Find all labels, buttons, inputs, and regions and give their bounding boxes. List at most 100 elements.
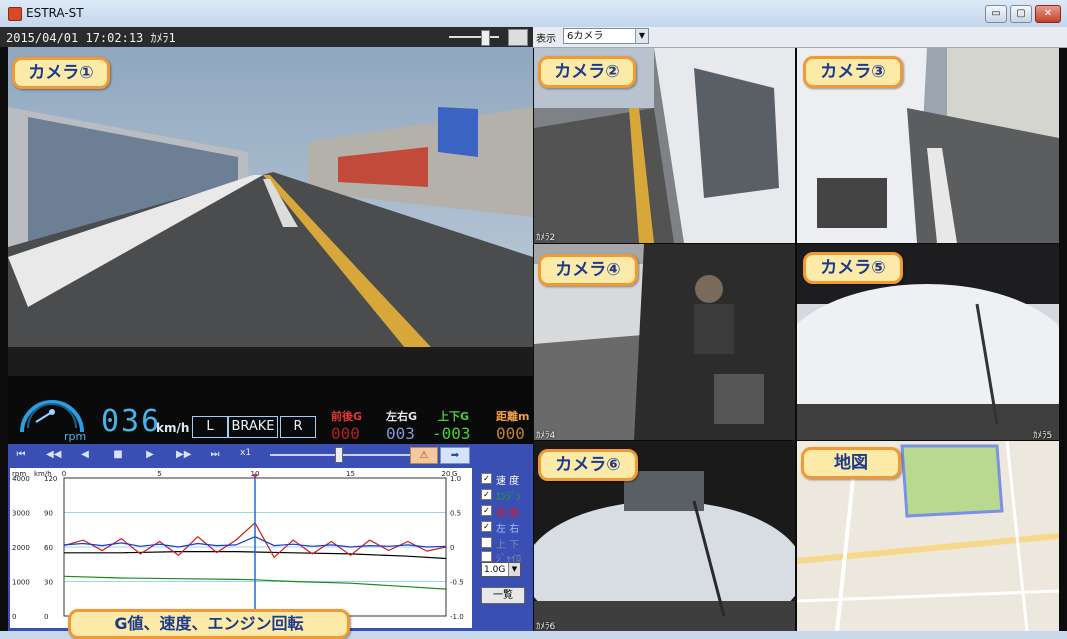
map-callout: 地図: [801, 447, 901, 479]
graph-panel: rpmkm/hG05101520400030002000100001209060…: [8, 466, 533, 639]
view-mode-value: 6カメラ: [567, 31, 604, 42]
toggle-speed-label: 速 度: [496, 476, 520, 487]
speed-tick-label: 90: [44, 510, 53, 518]
speed-readout: 036: [101, 404, 162, 439]
list-button[interactable]: 一覧: [481, 587, 525, 604]
ud-g-value: -003: [432, 424, 471, 443]
rpm-tick-label: 0: [12, 613, 16, 621]
x-tick-label: 0: [62, 470, 66, 478]
next-file-button[interactable]: ➡: [440, 447, 470, 464]
ud-g-label: 上下G: [438, 410, 470, 423]
rpm-tick-label: 1000: [12, 579, 30, 587]
rpm-unit: rpm: [64, 430, 87, 443]
g-range-value: 1.0G: [484, 565, 506, 575]
toggle-ud-box[interactable]: [481, 537, 492, 548]
camera-4-view[interactable]: カメラ④ ｶﾒﾗ4: [534, 244, 795, 440]
toggle-lr-box[interactable]: ✓: [481, 521, 492, 532]
view-bar: 表示 6カメラ ▼: [533, 27, 1067, 48]
camera-1-callout: カメラ①: [12, 57, 110, 89]
g-range-select[interactable]: 1.0G ▼: [481, 562, 521, 577]
graph-series-toggles: ✓ 速 度 ✓ ｴﾝｼﾞﾝ ✓ 前 後 ✓ 左 右 上 下 ｼﾞｬｲﾛ 1.0G ▼ 一覧: [478, 468, 533, 628]
toggle-fb[interactable]: ✓ 前 後: [481, 504, 535, 519]
app-icon: [8, 7, 22, 21]
fullscreen-button[interactable]: [508, 29, 528, 46]
toggle-fb-label: 前 後: [496, 508, 520, 519]
left-signal-indicator: L: [192, 416, 228, 438]
x-tick-label: 5: [157, 470, 161, 478]
speed-tick-label: 60: [44, 544, 53, 552]
speed-unit: km/h: [156, 421, 190, 435]
toggle-lr[interactable]: ✓ 左 右: [481, 520, 535, 535]
rpm-tick-label: 4000: [12, 475, 30, 483]
rpm-tick-label: 3000: [12, 510, 30, 518]
view-label: 表示: [536, 34, 556, 45]
camera-3-callout: カメラ③: [803, 56, 903, 88]
dashboard-panel: rpm 036 km/h L BRAKE R 前後G 000 左右G 003 上…: [8, 376, 533, 444]
lr-g-label: 左右G: [386, 410, 418, 423]
camera-5-view[interactable]: カメラ⑤ ｶﾒﾗ5: [797, 244, 1059, 440]
toggle-ud[interactable]: 上 下: [481, 536, 535, 551]
volume-slider-thumb[interactable]: [481, 30, 490, 46]
rpm-tick-label: 2000: [12, 544, 30, 552]
minimize-button[interactable]: ▭: [985, 5, 1007, 23]
seek-slider-thumb[interactable]: [335, 447, 343, 463]
camera-1-view[interactable]: カメラ①: [8, 47, 533, 376]
close-button[interactable]: ✕: [1035, 5, 1061, 23]
toggle-ud-label: 上 下: [496, 540, 520, 551]
lr-g-value: 003: [386, 424, 415, 443]
camera-6-callout: カメラ⑥: [538, 449, 638, 481]
toggle-fb-box[interactable]: ✓: [481, 505, 492, 516]
stop-button[interactable]: ■: [111, 447, 125, 462]
view-mode-select[interactable]: 6カメラ ▼: [563, 28, 649, 44]
distance-value: 000: [496, 424, 525, 443]
camera-2-tag: ｶﾒﾗ2: [536, 233, 556, 243]
window-title: ESTRA-ST: [26, 6, 84, 20]
toggle-speed[interactable]: ✓ 速 度: [481, 472, 535, 487]
skip-to-end-button[interactable]: ⏭: [208, 447, 222, 462]
chevron-down-icon[interactable]: ▼: [635, 29, 648, 43]
chevron-down-icon[interactable]: ▼: [508, 563, 520, 576]
play-button[interactable]: ▶: [143, 447, 157, 462]
camera-5-callout: カメラ⑤: [803, 252, 903, 284]
distance-label: 距離m: [496, 410, 530, 423]
toggle-engine-box[interactable]: ✓: [481, 489, 492, 500]
maximize-button[interactable]: ▢: [1010, 5, 1032, 23]
fb-g-value: 000: [331, 424, 360, 443]
skip-to-start-button[interactable]: ⏮: [14, 447, 28, 462]
toggle-engine-label: ｴﾝｼﾞﾝ: [496, 492, 521, 503]
camera-6-view[interactable]: カメラ⑥ ｶﾒﾗ6: [534, 441, 795, 631]
title-bar: ESTRA-ST ▭ ▢ ✕: [0, 0, 1067, 28]
playback-controls: ⏮ ◀◀ ◀ ■ ▶ ▶▶ ⏭ x1 ⚠ ➡: [8, 444, 533, 466]
step-back-button[interactable]: ◀: [78, 447, 92, 462]
camera-4-tag: ｶﾒﾗ4: [536, 431, 556, 440]
camera-2-callout: カメラ②: [538, 56, 636, 88]
map-view[interactable]: 地図: [797, 441, 1059, 631]
x-tick-label: 15: [346, 470, 355, 478]
g-tick-label: -1.0: [450, 613, 464, 621]
graph-callout: G値、速度、エンジン回転: [68, 609, 350, 639]
toggle-engine[interactable]: ✓ ｴﾝｼﾞﾝ: [481, 488, 535, 503]
main-client-area: 2015/04/01 17:02:13 ｶﾒﾗ1 表示 6カメラ ▼ カメラ① …: [0, 27, 1067, 639]
camera-6-tag: ｶﾒﾗ6: [536, 622, 556, 631]
camera-2-view[interactable]: カメラ② ｶﾒﾗ2: [534, 48, 795, 243]
speed-tick-label: 120: [44, 475, 57, 483]
speed-tick-label: 30: [44, 579, 53, 587]
toggle-gyro-box[interactable]: [481, 551, 492, 562]
right-signal-indicator: R: [280, 416, 316, 438]
toggle-speed-box[interactable]: ✓: [481, 473, 492, 484]
volume-slider[interactable]: [449, 36, 499, 38]
fb-g-label: 前後G: [331, 410, 363, 423]
g-tick-label: 1.0: [450, 475, 461, 483]
datetime-label: 2015/04/01 17:02:13 ｶﾒﾗ1: [6, 31, 176, 45]
telemetry-chart: rpmkm/hG05101520400030002000100001209060…: [12, 470, 464, 621]
g-tick-label: 0: [450, 544, 454, 552]
fast-rewind-button[interactable]: ◀◀: [46, 447, 61, 462]
warning-event-button[interactable]: ⚠: [410, 447, 438, 464]
camera-3-view[interactable]: カメラ③: [797, 48, 1059, 243]
telemetry-graph[interactable]: rpmkm/hG05101520400030002000100001209060…: [10, 468, 472, 628]
speed-tick-label: 0: [44, 613, 48, 621]
camera-1-image: [8, 47, 533, 376]
fast-forward-button[interactable]: ▶▶: [176, 447, 191, 462]
playback-speed-label[interactable]: x1: [240, 448, 251, 458]
info-bar: 2015/04/01 17:02:13 ｶﾒﾗ1: [0, 27, 533, 47]
